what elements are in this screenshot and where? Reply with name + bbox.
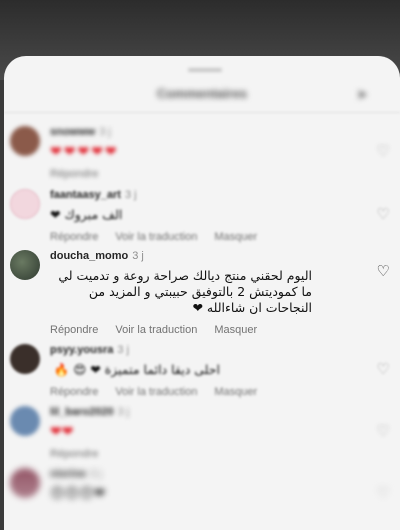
like-heart-icon[interactable]: ♡ xyxy=(377,262,390,280)
share-icon[interactable]: ➤ xyxy=(356,86,368,103)
comment-item: snowww 3 j ❤❤❤❤❤ Répondre ♡ xyxy=(10,126,390,180)
comment-text: ❤❤❤❤❤ xyxy=(50,144,119,160)
like-heart-icon[interactable]: ♡ xyxy=(377,142,390,160)
comment-text: الف مبروك ❤ xyxy=(50,207,123,222)
comment-time: 3 j xyxy=(117,406,130,418)
reply-button[interactable]: Répondre xyxy=(50,168,98,180)
translate-button[interactable]: Voir la traduction xyxy=(115,231,197,243)
comment-time: 3 j xyxy=(124,189,137,201)
avatar[interactable] xyxy=(10,126,40,156)
drag-handle[interactable] xyxy=(188,68,222,72)
comment-time: 3 j xyxy=(99,126,111,138)
comment-text: احلى ديقا دائما متميزة ❤ 😍 🔥 xyxy=(53,362,220,377)
hide-button[interactable]: Masquer xyxy=(214,386,257,398)
comment-text: ❤❤ xyxy=(50,424,74,440)
comment-username[interactable]: faantaasy_art xyxy=(50,189,121,201)
comment-item: doucha_momo 3 j اليوم لحقني منتج ديالك صر… xyxy=(10,250,390,340)
hide-button[interactable]: Masquer xyxy=(214,324,257,336)
like-heart-icon[interactable]: ♡ xyxy=(377,360,390,378)
avatar[interactable] xyxy=(10,250,40,280)
comment-username[interactable]: doucha_momo xyxy=(50,250,128,262)
avatar[interactable] xyxy=(10,344,40,374)
like-heart-icon[interactable]: ♡ xyxy=(377,422,390,440)
comment-username[interactable]: lil_baro2020 xyxy=(50,406,114,418)
comment-username[interactable]: snowww xyxy=(50,126,95,138)
comment-text: اليوم لحقني منتج ديالك صراحة روعة و تدمي… xyxy=(58,268,312,315)
like-heart-icon[interactable]: ♡ xyxy=(377,205,390,223)
comment-time: 3 j xyxy=(132,250,144,262)
comment-item: lil_baro2020 3 j ❤❤ Répondre ♡ xyxy=(10,406,390,460)
reply-button[interactable]: Répondre xyxy=(50,231,98,243)
avatar[interactable] xyxy=(10,189,40,219)
comment-time: 3 j xyxy=(117,344,130,356)
comment-item: faantaasy_art 3 j الف مبروك ❤ Répondre Vo… xyxy=(10,189,390,243)
reply-button[interactable]: Répondre xyxy=(50,324,98,336)
sheet-title: Commentaires xyxy=(156,86,248,101)
translate-button[interactable]: Voir la traduction xyxy=(115,386,197,398)
reply-button[interactable]: Répondre xyxy=(50,448,98,460)
comments-sheet: Commentaires ➤ snowww 3 j ❤❤❤❤❤ Répondre … xyxy=(4,56,400,530)
divider xyxy=(4,112,400,113)
bottom-fade xyxy=(4,476,400,530)
comment-username[interactable]: psyy.yousra xyxy=(50,344,113,356)
translate-button[interactable]: Voir la traduction xyxy=(115,324,197,336)
avatar[interactable] xyxy=(10,406,40,436)
comment-item: psyy.yousra 3 j احلى ديقا دائما متميزة ❤ … xyxy=(10,344,390,400)
reply-button[interactable]: Répondre xyxy=(50,386,98,398)
hide-button[interactable]: Masquer xyxy=(214,231,257,243)
